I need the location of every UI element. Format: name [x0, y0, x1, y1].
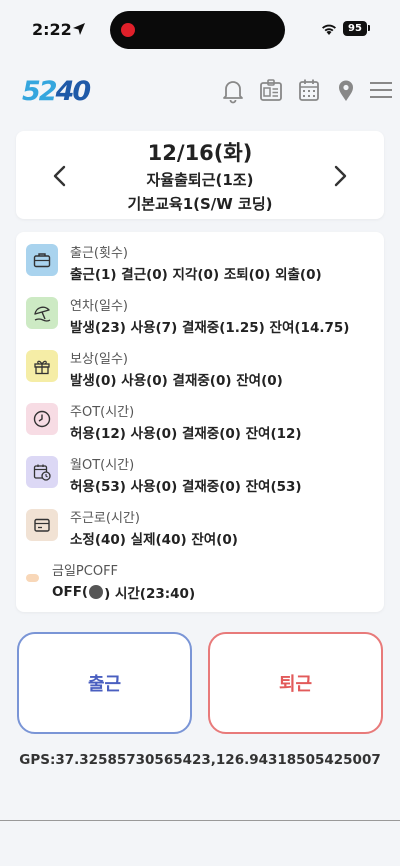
- stat-value: 소정(40) 실제(40) 잔여(0): [70, 532, 238, 548]
- pcoff-status: OFF( ) 시간(23:40): [52, 582, 195, 602]
- location-pin-icon[interactable]: [332, 76, 360, 104]
- stat-row-monthly-ot: 월OT(시간) 허용(53) 사용(0) 결재중(0) 잔여(53): [26, 450, 376, 496]
- stat-row-weekly-ot: 주OT(시간) 허용(12) 사용(0) 결재중(0) 잔여(12): [26, 397, 376, 443]
- stat-value: 허용(53) 사용(0) 결재중(0) 잔여(53): [70, 479, 302, 495]
- wallet-icon: [26, 509, 58, 541]
- dynamic-island: [110, 11, 285, 49]
- beach-umbrella-icon: [26, 297, 58, 329]
- clock-in-button[interactable]: 출근: [17, 632, 192, 734]
- stat-value: 발생(0) 사용(0) 결재중(0) 잔여(0): [70, 373, 283, 389]
- pcoff-status-prefix: OFF(: [52, 584, 89, 600]
- training-label: 기본교육1(S/W 코딩): [127, 195, 273, 213]
- briefcase-icon: [26, 244, 58, 276]
- calendar-clock-icon: [26, 456, 58, 488]
- stat-value: 허용(12) 사용(0) 결재중(0) 잔여(12): [70, 426, 302, 442]
- app-logo[interactable]: 5240: [22, 76, 91, 107]
- next-day-chevron-icon[interactable]: [330, 163, 350, 189]
- battery-tip: [368, 25, 370, 31]
- stat-row-weekly-work: 주근로(시간) 소정(40) 실제(40) 잔여(0): [26, 503, 376, 549]
- stat-row-attendance: 출근(횟수) 출근(1) 결근(0) 지각(0) 조퇴(0) 외출(0): [26, 238, 376, 284]
- clock-icon: [26, 403, 58, 435]
- stat-row-compensation: 보상(일수) 발생(0) 사용(0) 결재중(0) 잔여(0): [26, 344, 376, 390]
- current-date: 12/16(화): [147, 141, 253, 165]
- calendar-icon[interactable]: [295, 76, 323, 104]
- pcoff-label: 금일PCOFF: [52, 564, 119, 579]
- stat-label: 주근로(시간): [70, 511, 140, 526]
- stat-label: 월OT(시간): [70, 458, 135, 473]
- status-bar: 2:22 95: [0, 0, 400, 58]
- wifi-icon: [322, 24, 336, 35]
- app-header: 5240: [0, 70, 400, 114]
- bell-icon[interactable]: [219, 76, 247, 104]
- stat-row-annual-leave: 연차(일수) 발생(23) 사용(7) 결재중(1.25) 잔여(14.75): [26, 291, 376, 337]
- stat-label: 주OT(시간): [70, 405, 135, 420]
- gift-icon: [26, 350, 58, 382]
- battery-indicator: 95: [343, 21, 367, 36]
- attendance-stats-card: 출근(횟수) 출근(1) 결근(0) 지각(0) 조퇴(0) 외출(0) 연차(…: [16, 232, 384, 612]
- location-arrow-icon: [73, 23, 85, 35]
- id-card-icon[interactable]: [257, 76, 285, 104]
- bottom-area: [0, 821, 400, 866]
- pcoff-indicator-icon: [26, 574, 39, 582]
- stat-label: 보상(일수): [70, 352, 128, 367]
- gps-coordinates: GPS:37.32585730565423,126.94318505425007: [19, 752, 381, 768]
- recording-dot-icon: [121, 23, 135, 37]
- pcoff-status-suffix: ) 시간(23:40): [104, 586, 196, 602]
- stat-label: 연차(일수): [70, 299, 128, 314]
- stat-value: 출근(1) 결근(0) 지각(0) 조퇴(0) 외출(0): [70, 267, 322, 283]
- stat-value: 발생(23) 사용(7) 결재중(1.25) 잔여(14.75): [70, 320, 350, 336]
- clock-out-button[interactable]: 퇴근: [208, 632, 383, 734]
- stat-label: 출근(횟수): [70, 246, 128, 261]
- work-schedule: 자율출퇴근(1조): [146, 171, 254, 189]
- menu-icon[interactable]: [367, 76, 395, 104]
- pcoff-toggle-dot-icon: [89, 585, 104, 599]
- date-card: 12/16(화) 자율출퇴근(1조) 기본교육1(S/W 코딩): [16, 131, 384, 219]
- status-time: 2:22: [32, 20, 72, 39]
